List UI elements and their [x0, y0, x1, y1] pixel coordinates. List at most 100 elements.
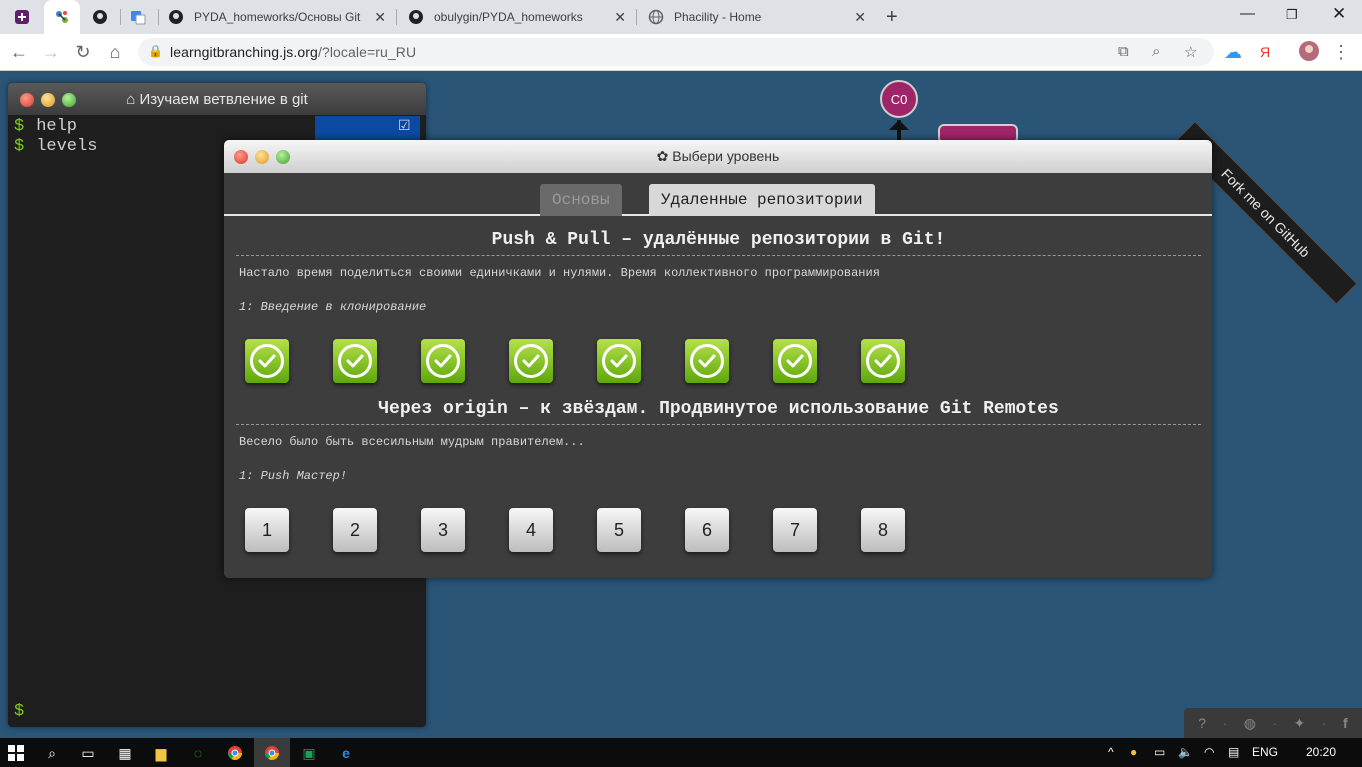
edge-icon[interactable]: e: [336, 743, 356, 763]
level-button[interactable]: 2: [333, 508, 377, 552]
level-button[interactable]: 7: [773, 508, 817, 552]
checkmark-icon: [426, 344, 460, 378]
battery-icon[interactable]: ▭: [1154, 745, 1165, 759]
level-button[interactable]: 6: [685, 508, 729, 552]
dialog-titlebar[interactable]: ✿ Выбери уровень: [224, 140, 1212, 173]
tab-close-icon[interactable]: ✕: [854, 9, 866, 26]
checkmark-icon: [866, 344, 900, 378]
url-path: /?locale=ru_RU: [317, 44, 417, 60]
close-window-icon[interactable]: ✕: [1332, 4, 1346, 24]
app-ring-icon[interactable]: ◌: [188, 743, 208, 763]
notification-icon[interactable]: ▤: [1228, 745, 1239, 759]
level-button[interactable]: [861, 339, 905, 383]
tab-title: obulygin/PYDA_homeworks: [434, 10, 583, 24]
help-icon[interactable]: ?: [1198, 715, 1206, 731]
task-view-icon[interactable]: ▭: [78, 743, 98, 763]
back-arrow-icon[interactable]: ←: [8, 42, 30, 63]
wifi-icon[interactable]: ◠: [1204, 745, 1214, 759]
yandex-extension-icon[interactable]: Я: [1254, 44, 1276, 60]
weather-icon[interactable]: ●: [1130, 745, 1137, 759]
tab-remote[interactable]: Удаленные репозитории: [649, 184, 875, 216]
pinned-tab-slack[interactable]: [4, 0, 40, 34]
tab-title: Phacility - Home: [674, 10, 762, 24]
chrome-icon[interactable]: [225, 743, 245, 763]
url-host: learngitbranching.js.org: [170, 44, 318, 60]
section-title: Push & Pull – удалённые репозитории в Gi…: [236, 226, 1201, 256]
level-button[interactable]: 4: [509, 508, 553, 552]
selected-level-name: 1: Введение в клонирование: [239, 300, 427, 314]
terminal-title-text: Изучаем ветвление в git: [139, 91, 308, 108]
url-text[interactable]: learngitbranching.js.org/?locale=ru_RU: [170, 44, 416, 60]
browser-tabstrip: PYDA_homeworks/Основы Git at ✕ obulygin/…: [0, 0, 1362, 34]
chevron-up-icon[interactable]: ^: [1108, 745, 1114, 759]
checkmark-icon: [602, 344, 636, 378]
checkbox-icon[interactable]: ☑: [398, 117, 411, 134]
new-tab-button[interactable]: +: [886, 0, 910, 34]
level-button[interactable]: [421, 339, 465, 383]
reload-icon[interactable]: ↻: [72, 42, 94, 63]
windows-start-icon[interactable]: [6, 743, 26, 763]
plus-icon: +: [886, 5, 898, 28]
level-section-origin: Через origin – к звёздам. Продвинутое ис…: [236, 395, 1201, 483]
forward-arrow-icon[interactable]: →: [40, 42, 62, 63]
level-button[interactable]: [773, 339, 817, 383]
level-number: 7: [789, 519, 800, 540]
level-button[interactable]: [509, 339, 553, 383]
level-button[interactable]: [245, 339, 289, 383]
address-bar[interactable]: 🔒 learngitbranching.js.org/?locale=ru_RU…: [138, 38, 1214, 66]
level-number: 8: [877, 519, 888, 540]
pinned-tab-github[interactable]: [82, 0, 118, 34]
terminal-input-prompt[interactable]: $: [14, 702, 24, 721]
level-button[interactable]: 1: [245, 508, 289, 552]
globe-icon: [648, 9, 664, 25]
zoom-icon[interactable]: ⌕: [1152, 43, 1160, 60]
tab-close-icon[interactable]: ✕: [374, 9, 386, 26]
minimize-icon[interactable]: —: [1240, 5, 1255, 22]
level-number: 2: [349, 519, 360, 540]
prompt-symbol: $: [14, 137, 25, 156]
search-icon[interactable]: ⌕: [42, 743, 62, 763]
pinned-tab-translate[interactable]: [120, 0, 156, 34]
menu-kebab-icon[interactable]: ⋮: [1330, 42, 1352, 63]
terminal-titlebar[interactable]: ⌂ Изучаем ветвление в git: [8, 83, 426, 115]
translate-page-icon[interactable]: ⧉: [1118, 43, 1129, 60]
level-select-dialog: ✿ Выбери уровень Основы Удаленные репози…: [224, 140, 1212, 578]
level-button[interactable]: 8: [861, 508, 905, 552]
commit-node[interactable]: C0: [880, 80, 918, 118]
level-button[interactable]: 3: [421, 508, 465, 552]
level-button[interactable]: [333, 339, 377, 383]
github-icon: [408, 9, 424, 25]
level-number: 6: [701, 519, 712, 540]
facebook-icon[interactable]: f: [1343, 715, 1348, 731]
tab-pyda-homeworks-git[interactable]: PYDA_homeworks/Основы Git at ✕: [168, 0, 394, 34]
page-canvas: ⌂ Изучаем ветвление в git ☑ $ help $ level…: [0, 71, 1362, 738]
home-icon[interactable]: ⌂: [104, 42, 126, 63]
calculator-icon[interactable]: ▦: [115, 743, 135, 763]
level-button[interactable]: [597, 339, 641, 383]
tab-basics[interactable]: Основы: [540, 184, 622, 216]
restore-icon[interactable]: ❐: [1286, 7, 1298, 23]
bookmark-star-icon[interactable]: ☆: [1184, 43, 1197, 61]
twitter-icon[interactable]: ✦: [1294, 715, 1306, 732]
level-button[interactable]: 5: [597, 508, 641, 552]
tab-phacility[interactable]: Phacility - Home ✕: [648, 0, 874, 34]
pinned-tab-learngit[interactable]: [44, 0, 80, 34]
level-number: 5: [613, 519, 624, 540]
chrome-icon[interactable]: [262, 743, 282, 763]
tab-close-icon[interactable]: ✕: [614, 9, 626, 26]
tab-obulygin-pyda[interactable]: obulygin/PYDA_homeworks ✕: [408, 0, 634, 34]
volume-icon[interactable]: 🔈: [1178, 745, 1193, 759]
input-language[interactable]: ENG: [1252, 745, 1278, 759]
file-explorer-icon[interactable]: ▆: [151, 743, 171, 763]
browser-toolbar: ← → ↻ ⌂ 🔒 learngitbranching.js.org/?loca…: [0, 34, 1362, 71]
excel-icon[interactable]: ▣: [299, 743, 319, 763]
section-description: Настало время поделиться своими единичка…: [239, 266, 880, 280]
cloud-extension-icon[interactable]: ☁: [1222, 42, 1244, 63]
home-icon: ⌂: [126, 91, 140, 108]
clock-time[interactable]: 20:20: [1306, 745, 1336, 759]
tab-title: PYDA_homeworks/Основы Git at: [194, 10, 364, 24]
globe-icon[interactable]: ◍: [1244, 715, 1256, 732]
checkmark-icon: [778, 344, 812, 378]
profile-avatar[interactable]: [1298, 40, 1320, 67]
level-button[interactable]: [685, 339, 729, 383]
